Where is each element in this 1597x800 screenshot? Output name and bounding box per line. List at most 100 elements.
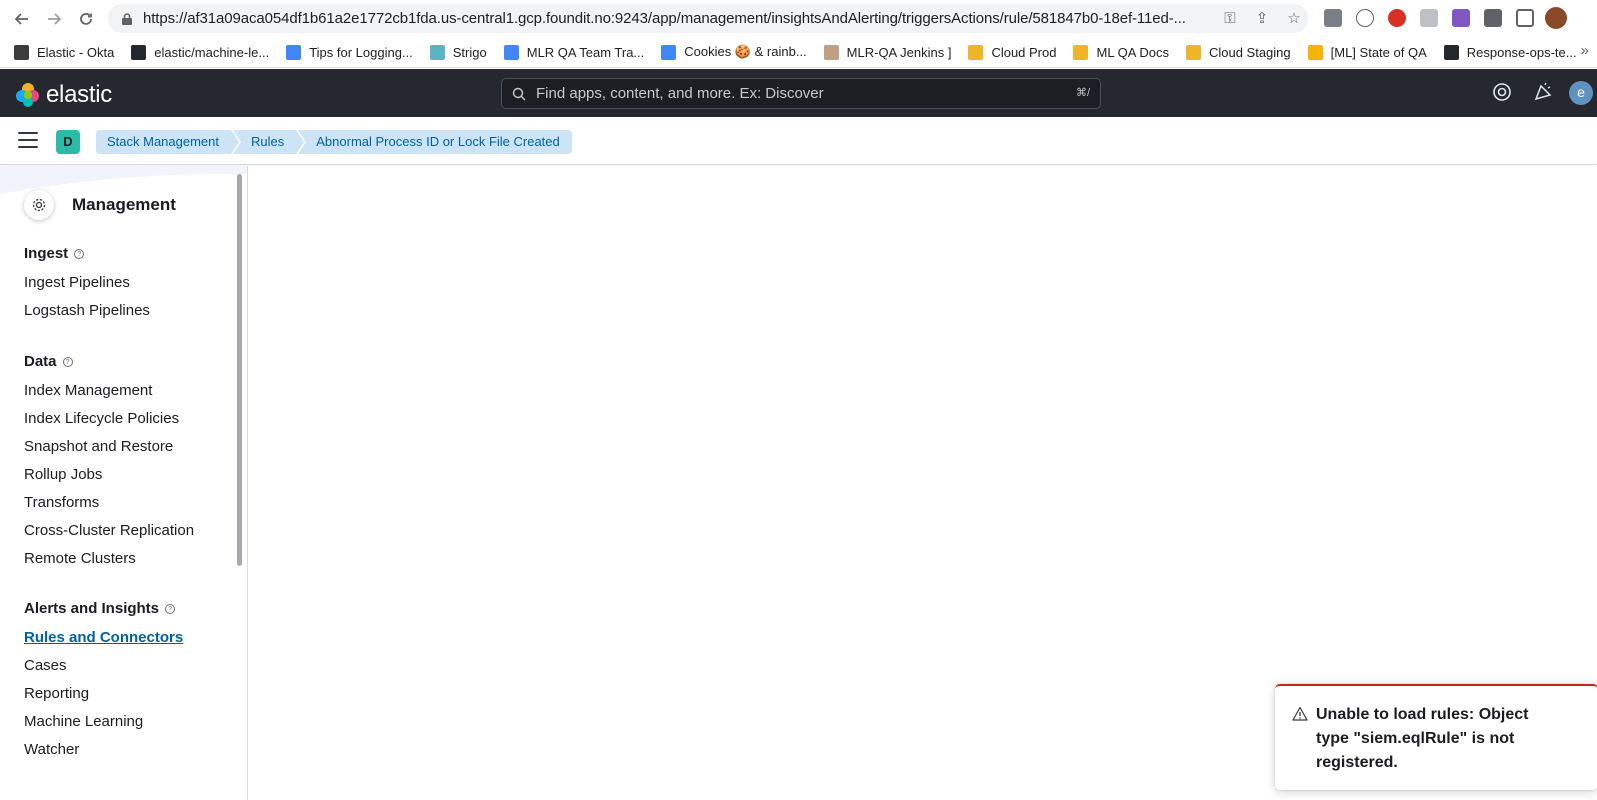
extension-tool-icon[interactable] <box>1420 9 1438 27</box>
space-selector[interactable]: D <box>56 130 80 154</box>
profile-avatar-icon[interactable] <box>1545 7 1567 29</box>
share-icon[interactable]: ⇪ <box>1254 11 1270 27</box>
bookmark-item[interactable]: elastic/machine-le... <box>131 44 270 60</box>
sidebar-item-index-management[interactable]: Index Management <box>24 382 152 399</box>
bookmark-item[interactable]: [ML] State of QA <box>1307 44 1427 60</box>
bookmark-label: ML QA Docs <box>1096 44 1169 60</box>
bookmark-favicon-icon <box>1073 44 1089 60</box>
sidebar-item-watcher[interactable]: Watcher <box>24 741 79 758</box>
sidebar-item-transforms[interactable]: Transforms <box>24 494 99 511</box>
search-shortcut: ⌘/ <box>1075 87 1090 99</box>
section-data: Data? <box>24 353 73 370</box>
bookmark-favicon-icon <box>503 44 519 60</box>
browser-toolbar: https://af31a09aca054df1b61a2e1772cb1fda… <box>0 0 1597 37</box>
extensions-puzzle-icon[interactable] <box>1484 9 1502 27</box>
bookmark-favicon-icon <box>1307 44 1323 60</box>
bookmarks-bar: Elastic - Okta elastic/machine-le... Tips … <box>0 37 1597 68</box>
bookmark-favicon-icon <box>429 44 445 60</box>
key-icon[interactable]: ⚿ <box>1222 11 1238 27</box>
bookmark-favicon-icon <box>286 44 302 60</box>
gear-icon <box>24 190 54 220</box>
side-panel-icon[interactable] <box>1516 9 1534 27</box>
warning-icon <box>1292 706 1308 721</box>
sidebar-item-machine-learning[interactable]: Machine Learning <box>24 713 143 730</box>
bookmark-star-icon[interactable]: ☆ <box>1286 11 1302 27</box>
more-bookmarks-icon[interactable]: » <box>1581 42 1589 59</box>
elastic-cluster-icon <box>16 83 39 107</box>
bookmark-label: MLR QA Team Tra... <box>526 44 645 60</box>
search-icon <box>512 87 526 100</box>
info-icon: ? <box>62 356 73 367</box>
menu-icon[interactable] <box>18 132 38 148</box>
bookmark-favicon-icon <box>131 44 147 60</box>
sidebar-item-cross-cluster-replication[interactable]: Cross-Cluster Replication <box>24 522 194 539</box>
bookmark-label: Elastic - Okta <box>37 44 115 60</box>
bookmark-label: Strigo <box>452 44 487 60</box>
bookmark-item[interactable]: MLR QA Team Tra... <box>503 44 645 60</box>
bookmark-item[interactable]: Cookies 🍪 & rainb... <box>661 44 807 60</box>
lock-icon <box>122 12 132 25</box>
kibana-header: elastic Find apps, content, and more. Ex… <box>0 69 1597 117</box>
bookmark-favicon-icon <box>1185 44 1201 60</box>
management-sidebar: Management Ingest? Ingest Pipelines Logs… <box>0 166 248 800</box>
section-ingest: Ingest? <box>24 245 85 262</box>
extension-dots-icon[interactable] <box>1356 9 1374 27</box>
sidebar-item-snapshot-and-restore[interactable]: Snapshot and Restore <box>24 438 173 455</box>
bookmark-item[interactable]: MLR-QA Jenkins ] <box>823 44 952 60</box>
sidebar-item-logstash-pipelines[interactable]: Logstash Pipelines <box>24 302 150 319</box>
sidebar-item-reporting[interactable]: Reporting <box>24 685 89 702</box>
section-alerts-and-insights: Alerts and Insights? <box>24 600 176 617</box>
sidebar-item-rollup-jobs[interactable]: Rollup Jobs <box>24 466 102 483</box>
forward-icon[interactable] <box>40 5 68 33</box>
info-icon: ? <box>74 248 85 259</box>
bookmark-favicon-icon <box>14 44 29 60</box>
elastic-logo[interactable]: elastic <box>16 81 112 109</box>
bookmark-item[interactable]: ML QA Docs <box>1073 44 1169 60</box>
info-icon: ? <box>165 603 176 614</box>
sidebar-item-remote-clusters[interactable]: Remote Clusters <box>24 550 136 567</box>
url-text: https://af31a09aca054df1b61a2e1772cb1fda… <box>143 10 1186 27</box>
sidebar-scrollbar[interactable] <box>237 174 242 566</box>
bookmark-label: [ML] State of QA <box>1330 44 1427 60</box>
bookmark-label: Tips for Logging... <box>309 44 413 60</box>
bookmark-item[interactable]: Cloud Staging <box>1185 44 1291 60</box>
bookmark-label: Response-ops-te... <box>1466 44 1577 60</box>
breadcrumb: Stack Management Rules Abnormal Process … <box>96 130 574 154</box>
bookmark-item[interactable]: Cloud Prod <box>968 44 1057 60</box>
back-icon[interactable] <box>8 5 36 33</box>
sidebar-item-index-lifecycle-policies[interactable]: Index Lifecycle Policies <box>24 410 179 427</box>
help-icon[interactable] <box>1491 82 1513 104</box>
breadcrumb-current-rule: Abnormal Process ID or Lock File Created <box>298 130 572 154</box>
toast-message: Unable to load rules: Object type "siem.… <box>1316 706 1529 771</box>
bookmark-item[interactable]: Response-ops-te... <box>1443 44 1577 60</box>
bookmark-item[interactable]: Elastic - Okta <box>14 44 115 60</box>
bookmark-favicon-icon <box>968 44 984 60</box>
bookmark-favicon-icon <box>1443 44 1459 60</box>
management-heading: Management <box>24 190 176 220</box>
sidebar-item-ingest-pipelines[interactable]: Ingest Pipelines <box>24 274 130 291</box>
extension-g-icon[interactable] <box>1324 9 1342 27</box>
sidebar-item-rules-and-connectors[interactable]: Rules and Connectors <box>24 629 183 646</box>
bookmark-label: Cloud Staging <box>1208 44 1291 60</box>
breadcrumb-bar: D Stack Management Rules Abnormal Proces… <box>0 117 1597 165</box>
news-feed-icon[interactable] <box>1532 82 1554 104</box>
breadcrumb-rules[interactable]: Rules <box>233 130 307 154</box>
bookmark-label: elastic/machine-le... <box>154 44 270 60</box>
bookmark-favicon-icon <box>823 44 839 60</box>
breadcrumb-stack-management[interactable]: Stack Management <box>96 130 242 154</box>
bookmark-item[interactable]: Strigo <box>429 44 487 60</box>
address-bar[interactable]: https://af31a09aca054df1b61a2e1772cb1fda… <box>108 4 1308 33</box>
bookmark-label: MLR-QA Jenkins ] <box>846 44 952 60</box>
sidebar-item-cases[interactable]: Cases <box>24 657 67 674</box>
user-avatar[interactable]: e <box>1569 81 1593 105</box>
extension-cat-icon[interactable] <box>1388 9 1406 27</box>
search-placeholder: Find apps, content, and more. Ex: Discov… <box>536 85 824 102</box>
reload-icon[interactable] <box>72 5 100 33</box>
sidebar-title: Management <box>72 195 176 214</box>
bookmark-item[interactable]: Tips for Logging... <box>286 44 413 60</box>
error-toast[interactable]: Unable to load rules: Object type "siem.… <box>1275 684 1597 790</box>
bookmark-favicon-icon <box>661 44 677 60</box>
bookmark-label: Cloud Prod <box>991 44 1057 60</box>
extension-purple-icon[interactable] <box>1452 9 1470 27</box>
global-search-input[interactable]: Find apps, content, and more. Ex: Discov… <box>501 78 1101 109</box>
